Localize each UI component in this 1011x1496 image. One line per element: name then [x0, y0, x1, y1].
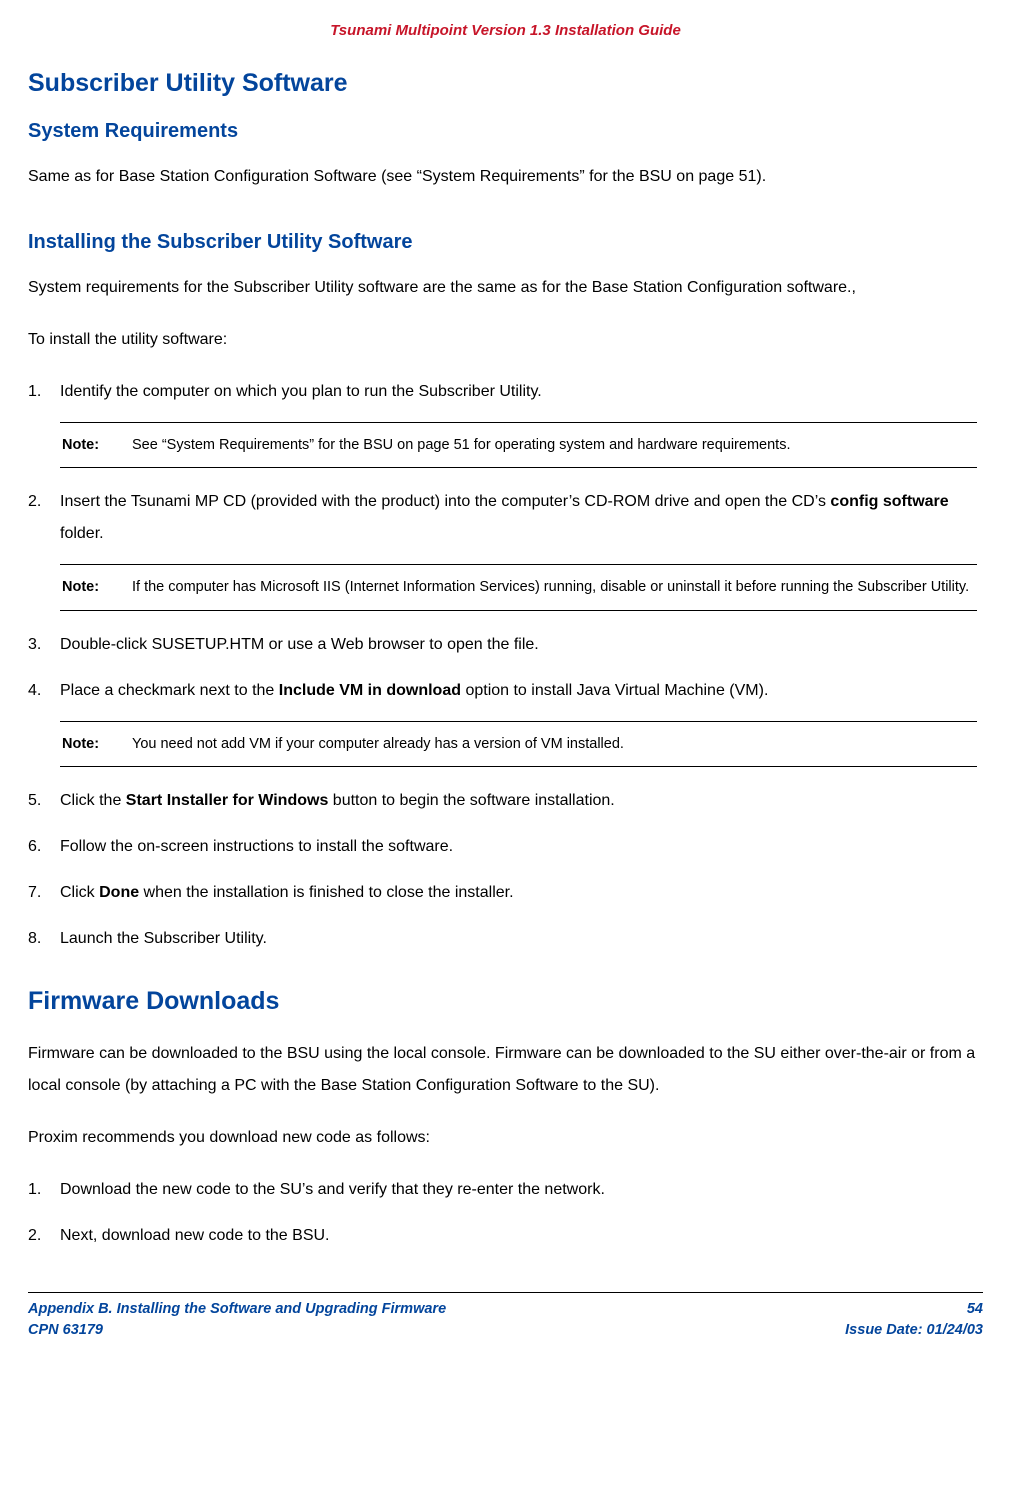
note-label: Note:: [62, 431, 132, 459]
list-text: Launch the Subscriber Utility.: [60, 923, 977, 955]
footer-left: Appendix B. Installing the Software and …: [28, 1299, 446, 1341]
bold-text: Include VM in download: [279, 682, 461, 699]
list-number: 8.: [28, 923, 60, 955]
note-text: You need not add VM if your computer alr…: [132, 730, 975, 758]
paragraph: Same as for Base Station Configuration S…: [28, 161, 977, 193]
list-text: Place a checkmark next to the Include VM…: [60, 675, 977, 707]
list-item: 6. Follow the on-screen instructions to …: [28, 831, 977, 863]
text-span: Insert the Tsunami MP CD (provided with …: [60, 493, 830, 510]
list-text: Insert the Tsunami MP CD (provided with …: [60, 486, 977, 550]
text-span: Click: [60, 884, 99, 901]
list-text: Next, download new code to the BSU.: [60, 1220, 977, 1252]
page-content: Subscriber Utility Software System Requi…: [0, 69, 1011, 1252]
list-text: Double-click SUSETUP.HTM or use a Web br…: [60, 629, 977, 661]
bold-text: Done: [99, 884, 139, 901]
list-item: 4. Place a checkmark next to the Include…: [28, 675, 977, 707]
note-label: Note:: [62, 730, 132, 758]
list-item: 2. Next, download new code to the BSU.: [28, 1220, 977, 1252]
note-label: Note:: [62, 573, 132, 601]
ordered-list: 1. Download the new code to the SU’s and…: [28, 1174, 977, 1252]
note-block: Note: If the computer has Microsoft IIS …: [60, 564, 977, 610]
text-span: Click the: [60, 792, 126, 809]
list-item: 1. Download the new code to the SU’s and…: [28, 1174, 977, 1206]
bold-text: config software: [830, 493, 948, 510]
list-number: 1.: [28, 1174, 60, 1206]
footer-appendix-title: Appendix B. Installing the Software and …: [28, 1299, 446, 1320]
heading-system-requirements: System Requirements: [28, 120, 977, 143]
note-block: Note: You need not add VM if your comput…: [60, 721, 977, 767]
list-text: Download the new code to the SU’s and ve…: [60, 1174, 977, 1206]
heading-subscriber-utility-software: Subscriber Utility Software: [28, 69, 977, 98]
text-span: Place a checkmark next to the: [60, 682, 279, 699]
paragraph: Proxim recommends you download new code …: [28, 1122, 977, 1154]
list-number: 3.: [28, 629, 60, 661]
list-number: 2.: [28, 486, 60, 550]
text-span: button to begin the software installatio…: [328, 792, 614, 809]
footer-issue-date: Issue Date: 01/24/03: [845, 1320, 983, 1341]
heading-firmware-downloads: Firmware Downloads: [28, 987, 977, 1016]
page-footer: Appendix B. Installing the Software and …: [28, 1292, 983, 1341]
list-number: 1.: [28, 376, 60, 408]
list-text: Click the Start Installer for Windows bu…: [60, 785, 977, 817]
footer-page-number: 54: [845, 1299, 983, 1320]
paragraph: To install the utility software:: [28, 324, 977, 356]
list-item: 8. Launch the Subscriber Utility.: [28, 923, 977, 955]
list-number: 6.: [28, 831, 60, 863]
heading-installing-subscriber-utility: Installing the Subscriber Utility Softwa…: [28, 231, 977, 254]
paragraph: Firmware can be downloaded to the BSU us…: [28, 1038, 977, 1102]
page-header: Tsunami Multipoint Version 1.3 Installat…: [0, 22, 1011, 69]
list-number: 7.: [28, 877, 60, 909]
list-number: 5.: [28, 785, 60, 817]
footer-right: 54 Issue Date: 01/24/03: [845, 1299, 983, 1341]
list-number: 2.: [28, 1220, 60, 1252]
note-text: If the computer has Microsoft IIS (Inter…: [132, 573, 975, 601]
text-span: folder.: [60, 525, 104, 542]
list-item: 7. Click Done when the installation is f…: [28, 877, 977, 909]
list-text: Click Done when the installation is fini…: [60, 877, 977, 909]
note-block: Note: See “System Requirements” for the …: [60, 422, 977, 468]
ordered-list: 1. Identify the computer on which you pl…: [28, 376, 977, 955]
text-span: when the installation is finished to clo…: [139, 884, 513, 901]
list-item: 1. Identify the computer on which you pl…: [28, 376, 977, 408]
list-item: 2. Insert the Tsunami MP CD (provided wi…: [28, 486, 977, 550]
paragraph: System requirements for the Subscriber U…: [28, 272, 977, 304]
list-text: Identify the computer on which you plan …: [60, 376, 977, 408]
list-item: 5. Click the Start Installer for Windows…: [28, 785, 977, 817]
footer-cpn: CPN 63179: [28, 1320, 446, 1341]
list-number: 4.: [28, 675, 60, 707]
text-span: option to install Java Virtual Machine (…: [461, 682, 768, 699]
note-text: See “System Requirements” for the BSU on…: [132, 431, 975, 459]
bold-text: Start Installer for Windows: [126, 792, 329, 809]
list-text: Follow the on-screen instructions to ins…: [60, 831, 977, 863]
list-item: 3. Double-click SUSETUP.HTM or use a Web…: [28, 629, 977, 661]
